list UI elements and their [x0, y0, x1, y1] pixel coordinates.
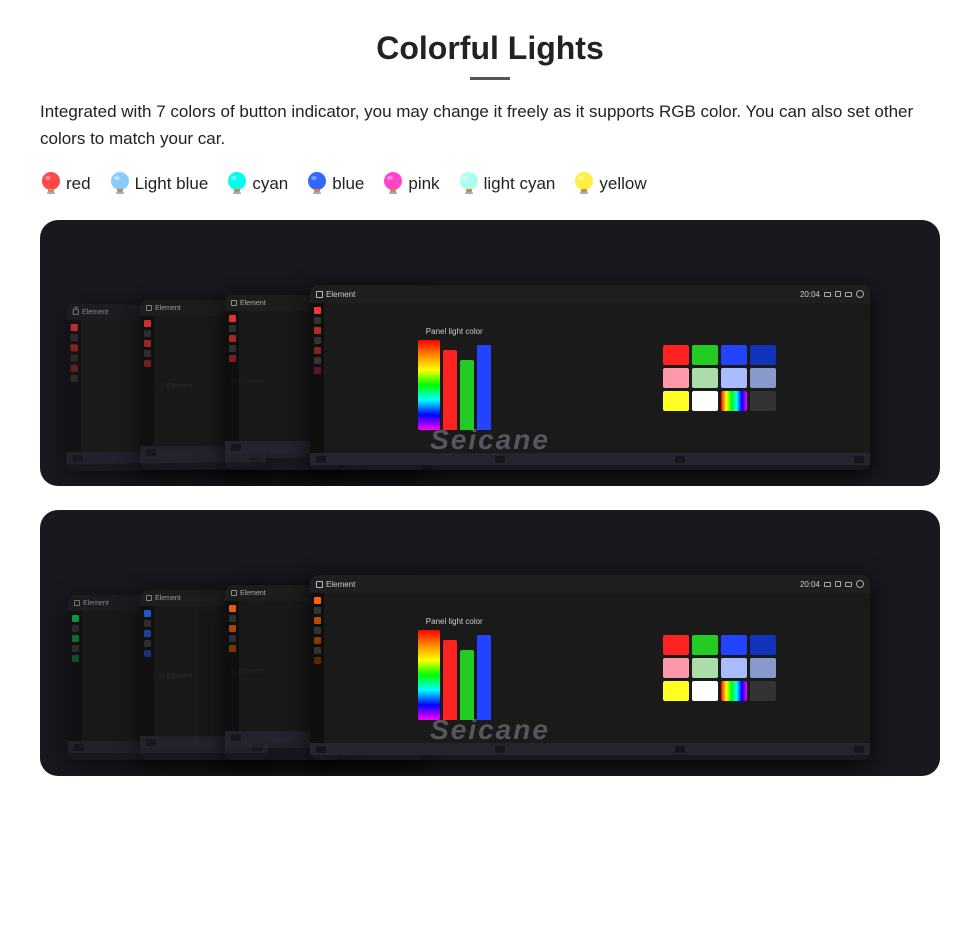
color-label-cyan: cyan	[252, 174, 288, 194]
color-item-blue: blue	[306, 170, 364, 198]
color-label-yellow: yellow	[599, 174, 646, 194]
yellow-bulb-icon	[573, 170, 595, 198]
color-item-yellow: yellow	[573, 170, 646, 198]
color-item-lightblue: Light blue	[109, 170, 209, 198]
devices-inner-row1: Element RST	[50, 240, 930, 470]
color-label-red: red	[66, 174, 91, 194]
color-item-lightcyan: light cyan	[458, 170, 556, 198]
title-divider	[470, 77, 510, 80]
cyan-bulb-icon	[226, 170, 248, 198]
device-card-r2-4-main: Element 20:04	[310, 575, 870, 760]
color-item-red: red	[40, 170, 91, 198]
color-label-lightblue: Light blue	[135, 174, 209, 194]
page-title: Colorful Lights	[40, 30, 940, 67]
device-card-4-main: Element 20:04	[310, 285, 870, 470]
devices-inner-row2: Element RST Element	[50, 530, 930, 760]
description-text: Integrated with 7 colors of button indic…	[40, 98, 940, 152]
color-item-pink: pink	[382, 170, 439, 198]
color-label-pink: pink	[408, 174, 439, 194]
color-indicators-row: red Light blue cyan	[40, 170, 940, 198]
lightcyan-bulb-icon	[458, 170, 480, 198]
color-label-blue: blue	[332, 174, 364, 194]
pink-bulb-icon	[382, 170, 404, 198]
device-showcase-row1: Element RST	[40, 220, 940, 486]
color-item-cyan: cyan	[226, 170, 288, 198]
device-showcase-row2: Element RST Element	[40, 510, 940, 776]
blue-bulb-icon	[306, 170, 328, 198]
lightblue-bulb-icon	[109, 170, 131, 198]
red-bulb-icon	[40, 170, 62, 198]
color-label-lightcyan: light cyan	[484, 174, 556, 194]
